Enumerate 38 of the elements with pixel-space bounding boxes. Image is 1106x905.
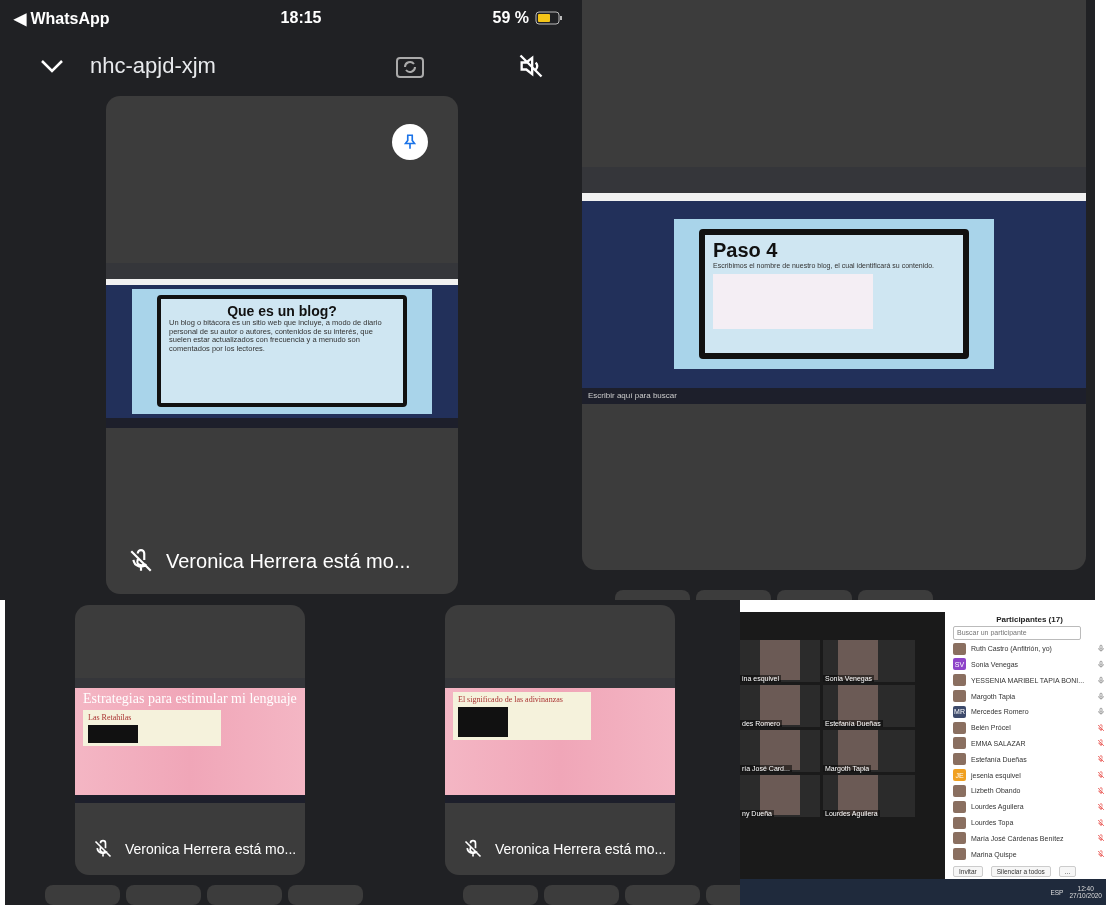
muted-mic-icon	[1097, 818, 1105, 827]
pin-icon	[401, 133, 419, 151]
mic-icon	[1097, 691, 1105, 701]
status-back-app[interactable]: ◀ WhatsApp	[14, 8, 110, 28]
muted-mic-icon	[1097, 834, 1105, 843]
muted-mic-icon	[93, 839, 113, 859]
muted-mic-icon	[1097, 771, 1105, 780]
muted-mic-icon	[463, 839, 483, 859]
taskbar-search-text: Escribir aquí para buscar	[588, 391, 677, 400]
status-time: 18:15	[280, 9, 322, 27]
muted-mic-icon	[1097, 850, 1105, 859]
slide-title: Que es un blog?	[227, 303, 337, 319]
status-battery: 59 %	[492, 9, 529, 27]
tile-caption: Veronica Herrera está mo...	[495, 841, 667, 857]
muted-mic-icon	[1097, 739, 1105, 748]
panel-title: Participantes (17)	[996, 615, 1063, 624]
speaker-off-icon[interactable]	[517, 52, 545, 80]
mic-icon	[1097, 644, 1105, 654]
battery-icon	[535, 11, 563, 25]
meeting-code[interactable]: nhc-apjd-xjm	[90, 53, 216, 79]
pin-button[interactable]	[392, 124, 428, 160]
chevron-down-icon[interactable]	[40, 59, 64, 73]
muted-mic-icon	[1097, 802, 1105, 811]
post-title: El significado de las adivinanzas	[458, 694, 564, 704]
muted-mic-icon	[1097, 786, 1105, 795]
tile-caption: Veronica Herrera está mo...	[166, 549, 411, 573]
muted-mic-icon	[1097, 755, 1105, 764]
post-title: Las Retahílas	[88, 713, 133, 723]
tile-caption: Veronica Herrera está mo...	[125, 841, 297, 857]
mic-icon	[1097, 707, 1105, 717]
muted-mic-icon	[128, 548, 154, 574]
muted-mic-icon	[1097, 723, 1105, 732]
mic-icon	[1097, 675, 1105, 685]
mic-icon	[1097, 659, 1105, 669]
video-placeholder	[88, 725, 138, 744]
video-placeholder	[458, 706, 508, 737]
blog-title: Estrategias para estimular mi lenguaje	[83, 691, 297, 707]
slide-title: Paso 4	[713, 239, 778, 262]
